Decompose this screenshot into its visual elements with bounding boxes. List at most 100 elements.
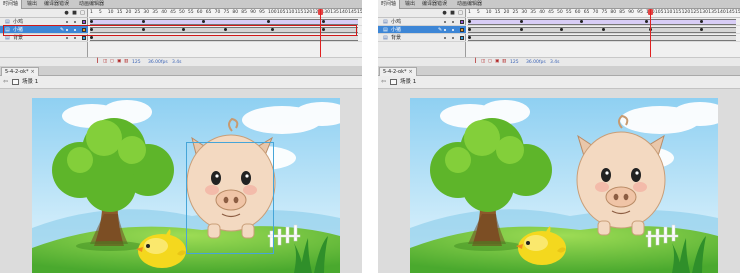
- pasteboard: [0, 89, 362, 273]
- scene-bar: ⇦ 场景 1: [0, 76, 362, 89]
- outline-color[interactable]: [82, 36, 86, 40]
- lock-icon[interactable]: ■: [450, 11, 455, 16]
- visibility-dot[interactable]: [444, 21, 446, 23]
- visibility-dot[interactable]: [444, 37, 446, 39]
- document-tabbar: 5-4-2-ok* ×: [378, 66, 740, 76]
- keyframe[interactable]: [700, 20, 703, 23]
- back-arrow-icon[interactable]: ⇦: [381, 79, 387, 85]
- outline-color[interactable]: [460, 20, 464, 24]
- center-frame-icon[interactable]: ┃: [474, 59, 478, 64]
- outline-icon[interactable]: □: [80, 11, 85, 16]
- frame-number: 60: [574, 10, 581, 15]
- keyframe[interactable]: [700, 28, 703, 31]
- back-arrow-icon[interactable]: ⇦: [3, 79, 9, 85]
- frame-number: 15: [116, 10, 123, 15]
- visibility-dot[interactable]: [444, 29, 446, 31]
- frame-number: 15: [494, 10, 501, 15]
- frame-number: 115: [672, 10, 682, 15]
- lock-dot[interactable]: [452, 21, 454, 23]
- close-icon[interactable]: ×: [409, 69, 413, 75]
- layer-row-chick[interactable]: ▤ 小鸡: [378, 18, 466, 26]
- keyframe[interactable]: [580, 20, 583, 23]
- lock-dot[interactable]: [452, 37, 454, 39]
- visibility-dot[interactable]: [66, 21, 68, 23]
- frame-row-chick[interactable]: [467, 18, 740, 26]
- lock-dot[interactable]: [74, 21, 76, 23]
- onion-outline-icon[interactable]: ◻: [488, 59, 492, 64]
- lock-dot[interactable]: [74, 37, 76, 39]
- tab-timeline[interactable]: 时间轴: [378, 0, 401, 9]
- keyframe[interactable]: [202, 20, 205, 23]
- tab-compiler-errors[interactable]: 编译器错误: [41, 0, 72, 9]
- keyframe[interactable]: [90, 36, 93, 39]
- outline-icon[interactable]: □: [458, 11, 463, 16]
- layer-row-pig[interactable]: ▤ 小猪 ✎: [378, 26, 466, 34]
- onion-skin-icon[interactable]: ◫: [481, 59, 485, 64]
- edit-frames-icon[interactable]: ▣: [495, 59, 499, 64]
- keyframe[interactable]: [560, 28, 563, 31]
- keyframe[interactable]: [468, 20, 471, 23]
- stage[interactable]: [32, 98, 340, 273]
- layer-row-background[interactable]: ▤ 背景: [378, 34, 466, 42]
- tab-timeline[interactable]: 时间轴: [0, 0, 23, 9]
- onion-skin-icon[interactable]: ◫: [103, 59, 107, 64]
- keyframe[interactable]: [645, 20, 648, 23]
- eye-icon[interactable]: ●: [64, 11, 69, 16]
- frame-number: 45: [548, 10, 554, 15]
- keyframe[interactable]: [267, 20, 270, 23]
- outline-color[interactable]: [460, 36, 464, 40]
- frame-ruler[interactable]: 1 5 10 15 20 25 30 35 40 45 50 55 60 65 70 75 80 85 90 95 10…: [467, 9, 740, 18]
- keyframe[interactable]: [322, 20, 325, 23]
- document-tab[interactable]: 5-4-2-ok* ×: [379, 67, 417, 76]
- layer-icon: ▤: [383, 35, 388, 41]
- frame-number: 45: [170, 10, 176, 15]
- close-icon[interactable]: ×: [31, 69, 35, 75]
- frame-row-pig[interactable]: [467, 26, 740, 34]
- outline-color[interactable]: [82, 20, 86, 24]
- frame-number: 5: [476, 10, 480, 15]
- lock-icon[interactable]: ■: [72, 11, 77, 16]
- outline-color[interactable]: [460, 28, 464, 32]
- keyframe[interactable]: [468, 28, 471, 31]
- visibility-dot[interactable]: [66, 37, 68, 39]
- keyframe[interactable]: [520, 28, 523, 31]
- document-tab[interactable]: 5-4-2-ok* ×: [1, 67, 39, 76]
- lock-dot[interactable]: [452, 29, 454, 31]
- frame-number: 65: [583, 10, 590, 15]
- tab-motion-editor[interactable]: 动画编辑器: [454, 0, 485, 9]
- onion-outline-icon[interactable]: ◻: [110, 59, 114, 64]
- tab-output[interactable]: 输出: [402, 0, 418, 9]
- edit-frames-icon[interactable]: ▣: [117, 59, 121, 64]
- keyframe[interactable]: [468, 36, 471, 39]
- frame-number: 35: [530, 10, 537, 15]
- tab-compiler-errors[interactable]: 编译器错误: [419, 0, 450, 9]
- keyframe[interactable]: [142, 20, 145, 23]
- flash-editor-left: 时间轴 输出 编译器错误 动画编辑器 ● ■ □ ▤ 小鸡 ▤ 小猪 ✎ ▤ 背…: [0, 0, 362, 273]
- keyframe[interactable]: [602, 28, 605, 31]
- tween-span[interactable]: [468, 19, 736, 25]
- keyframe[interactable]: [520, 20, 523, 23]
- frame-number: 30: [521, 10, 528, 15]
- frame-span[interactable]: [468, 35, 736, 41]
- stage[interactable]: [410, 98, 718, 273]
- frame-number: 125: [690, 10, 700, 15]
- frame-number: 110: [663, 10, 673, 15]
- tab-output[interactable]: 输出: [24, 0, 40, 9]
- frame-number: 100: [268, 10, 277, 15]
- frame-number: 90: [628, 10, 634, 15]
- scene-name: 场景 1: [400, 79, 417, 85]
- frame-number: 70: [592, 10, 599, 15]
- frame-number: 65: [205, 10, 212, 15]
- frame-number: 1: [468, 10, 471, 15]
- center-frame-icon[interactable]: ┃: [96, 59, 100, 64]
- eye-icon[interactable]: ●: [442, 11, 447, 16]
- frame-number: 40: [539, 10, 545, 15]
- frame-number: 130: [699, 10, 708, 15]
- keyframe[interactable]: [90, 20, 93, 23]
- tab-motion-editor[interactable]: 动画编辑器: [76, 0, 107, 9]
- marker-icon[interactable]: ▥: [124, 59, 128, 64]
- frame-number: 10: [485, 10, 492, 15]
- selection-bounding-box[interactable]: [186, 142, 274, 254]
- frame-row-background[interactable]: [467, 34, 740, 42]
- marker-icon[interactable]: ▥: [502, 59, 506, 64]
